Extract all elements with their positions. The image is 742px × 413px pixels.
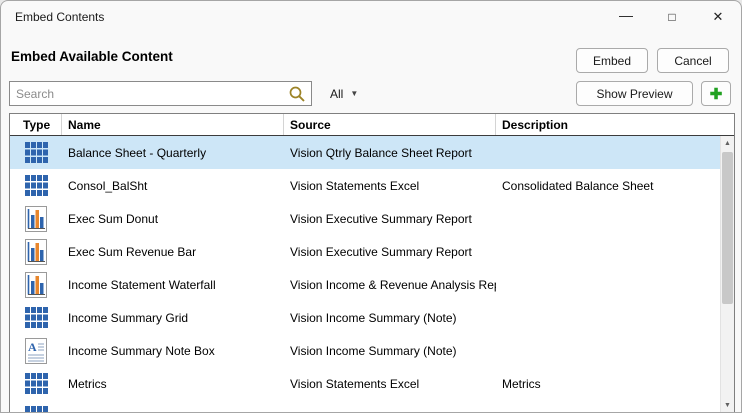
cell-description: Consolidated Balance Sheet xyxy=(502,178,654,193)
cell-type xyxy=(10,307,62,328)
minimize-button[interactable]: — xyxy=(603,1,649,33)
column-header-source[interactable]: Source xyxy=(284,114,496,135)
maximize-button[interactable]: □ xyxy=(649,1,695,33)
table-body: Balance Sheet - Quarterly Vision Qtrly B… xyxy=(10,136,720,412)
table-row[interactable]: Income Summary Grid Vision Income Summar… xyxy=(10,301,720,334)
content-table: Type Name Source Description Balance She… xyxy=(9,113,735,412)
table-row[interactable]: Income Statement Waterfall Vision Income… xyxy=(10,268,720,301)
chart-icon xyxy=(25,238,47,265)
table-row[interactable]: Consol_BalSht Vision Statements Excel Co… xyxy=(10,169,720,202)
column-header-name[interactable]: Name xyxy=(62,114,284,135)
cell-name: Consol_BalSht xyxy=(68,178,148,193)
grid-icon xyxy=(24,307,48,328)
cell-type xyxy=(10,238,62,265)
cell-name: Exec Sum Revenue Bar xyxy=(68,244,197,259)
table-row[interactable]: Exec Sum Donut Vision Executive Summary … xyxy=(10,202,720,235)
cell-source: Vision Executive Summary Report xyxy=(290,244,472,259)
scroll-down-icon[interactable]: ▼ xyxy=(721,398,734,412)
grid-icon xyxy=(24,373,48,394)
cell-name: Exec Sum Donut xyxy=(68,211,159,226)
note-icon: A xyxy=(25,337,47,364)
cell-name: Income Summary Note Box xyxy=(68,343,215,358)
cell-type xyxy=(10,175,62,196)
cancel-button[interactable]: Cancel xyxy=(657,48,729,73)
maximize-icon: □ xyxy=(668,10,676,24)
minimize-icon: — xyxy=(619,7,633,23)
page-title: Embed Available Content xyxy=(11,49,173,64)
cell-type xyxy=(10,373,62,394)
cell-name: Metrics xyxy=(68,376,107,391)
add-content-button[interactable]: ✚ xyxy=(701,81,731,106)
cell-source: Vision Statements Excel xyxy=(290,178,420,193)
search-input[interactable] xyxy=(10,82,286,105)
cell-description: Metrics xyxy=(502,376,541,391)
embed-button[interactable]: Embed xyxy=(576,48,648,73)
cell-name: Balance Sheet - Quarterly xyxy=(68,145,207,160)
cell-source: Vision Statements Excel xyxy=(290,376,420,391)
cell-name: Income Summary Grid xyxy=(68,310,189,325)
add-icon: ✚ xyxy=(709,85,723,103)
embed-contents-dialog: Embed Contents — □ ✕ Embed Available Con… xyxy=(0,0,742,413)
cell-source: Vision Executive Summary Report xyxy=(290,211,472,226)
filter-label: All xyxy=(330,86,344,101)
window-controls: — □ ✕ xyxy=(603,1,741,33)
filter-dropdown[interactable]: All ▼ xyxy=(323,81,365,106)
cell-source: Vision Income Summary (Note) xyxy=(290,343,457,358)
grid-icon xyxy=(24,142,48,163)
table-row[interactable]: Balance Sheet - Quarterly Vision Qtrly B… xyxy=(10,136,720,169)
table-row[interactable]: Metrics Vision Statements Excel Metrics xyxy=(10,367,720,400)
scrollbar[interactable]: ▲ ▼ xyxy=(720,136,734,412)
cell-source: Vision Income & Revenue Analysis Report xyxy=(290,277,496,292)
svg-text:A: A xyxy=(28,340,37,354)
window-title: Embed Contents xyxy=(15,10,105,24)
scroll-up-icon[interactable]: ▲ xyxy=(721,136,734,151)
cell-source: Vision Qtrly Balance Sheet Report xyxy=(290,145,472,160)
cell-type xyxy=(10,142,62,163)
search-icon[interactable] xyxy=(288,85,306,103)
cell-source: Vision Income Summary (Note) xyxy=(290,310,457,325)
table-row[interactable]: Exec Sum Revenue Bar Vision Executive Su… xyxy=(10,235,720,268)
chart-icon xyxy=(25,205,47,232)
close-icon: ✕ xyxy=(712,9,724,24)
table-header: Type Name Source Description xyxy=(10,114,734,136)
grid-icon xyxy=(24,406,48,412)
column-header-description[interactable]: Description xyxy=(496,114,734,135)
chevron-down-icon: ▼ xyxy=(350,89,359,98)
grid-icon xyxy=(24,175,48,196)
table-row[interactable] xyxy=(10,400,720,412)
cell-type: A xyxy=(10,337,62,364)
scrollbar-thumb[interactable] xyxy=(722,152,733,304)
cell-type xyxy=(10,271,62,298)
column-header-type[interactable]: Type xyxy=(10,114,62,135)
chart-icon xyxy=(25,271,47,298)
table-row[interactable]: A Income Summary Note Box Vision Income … xyxy=(10,334,720,367)
cell-type xyxy=(10,205,62,232)
close-button[interactable]: ✕ xyxy=(695,1,741,33)
cell-name: Income Statement Waterfall xyxy=(68,277,216,292)
search-box xyxy=(9,81,312,106)
cell-type xyxy=(10,406,62,412)
show-preview-button[interactable]: Show Preview xyxy=(576,81,693,106)
titlebar[interactable]: Embed Contents — □ ✕ xyxy=(1,1,741,33)
